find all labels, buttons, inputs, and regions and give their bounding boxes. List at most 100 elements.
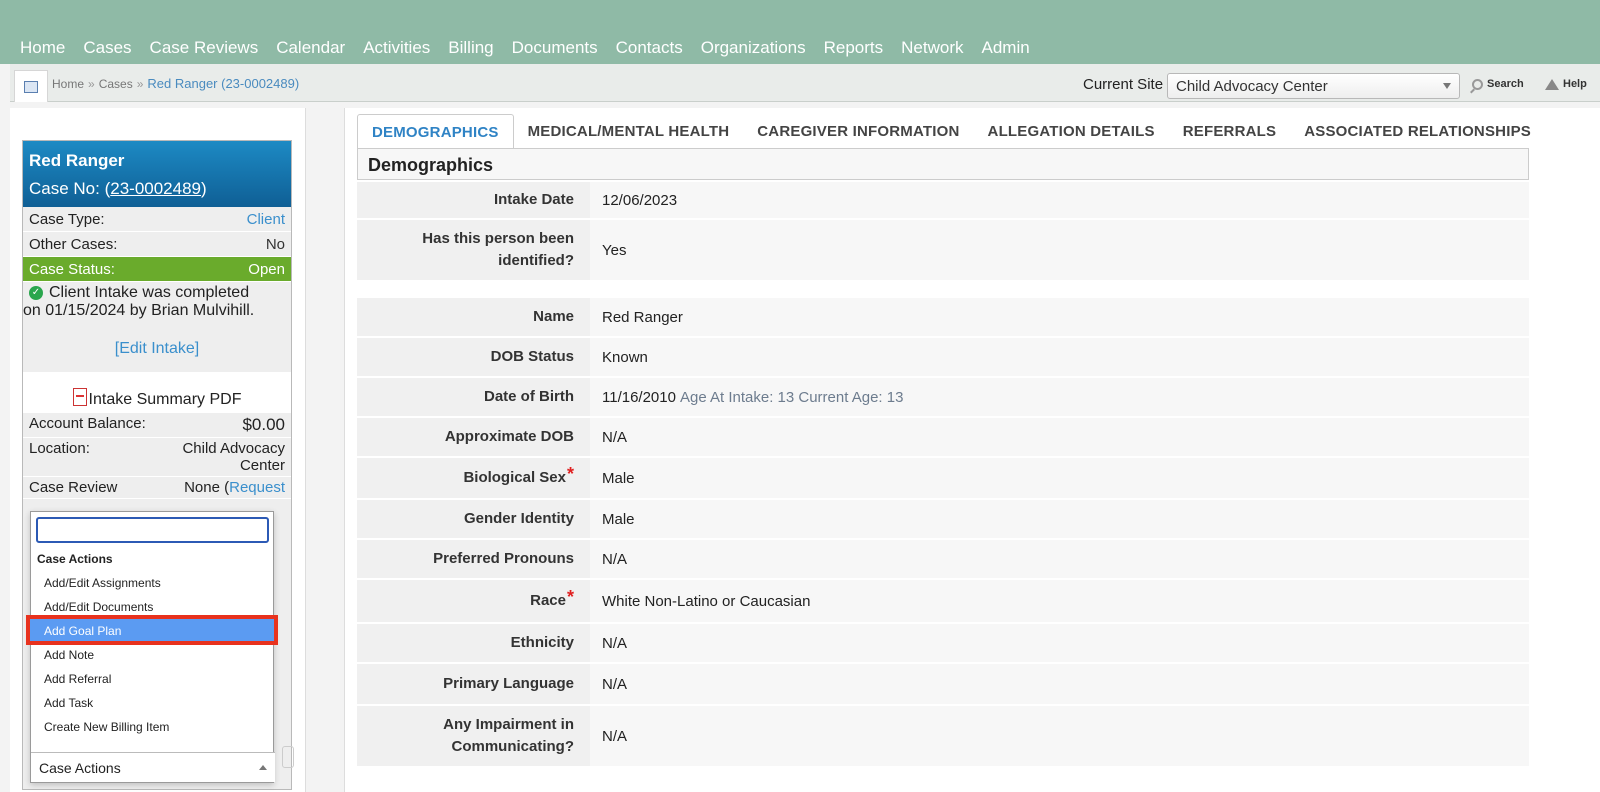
tab-demographics[interactable]: DEMOGRAPHICS [357,114,514,148]
case-type-value[interactable]: Client [247,211,285,228]
field-label: Preferred Pronouns [357,540,590,578]
account-balance-value: $0.00 [242,415,285,434]
nav-documents[interactable]: Documents [512,38,598,58]
option-add-goal-plan[interactable]: Add Goal Plan [26,615,278,645]
field-row-dob-status: DOB Status Known [357,338,1529,378]
search-icon [1472,78,1483,90]
field-row-impairment: Any Impairment in Communicating? N/A [357,706,1529,768]
current-site-label: Current Site [1083,76,1164,93]
case-type-row: Case Type: Client [23,207,291,232]
case-client-name: Red Ranger [29,151,125,170]
field-label: Has this person been identified? [357,220,590,280]
nav-calendar[interactable]: Calendar [276,38,345,58]
field-value: Red Ranger [590,298,1529,336]
left-panel: Red Ranger Case No: (23-0002489) Case Ty… [10,108,306,792]
location-value: Child Advocacy Center [182,440,285,474]
breadcrumb: Home» Cases» Red Ranger (23-0002489) [52,76,299,91]
tab-bar: DEMOGRAPHICS MEDICAL/MENTAL HEALTH CAREG… [357,114,1545,148]
field-label: Biological Sex * [357,458,590,498]
field-row-gender-identity: Gender Identity Male [357,500,1529,540]
intake-info-block: Intake Date 12/06/2023 Has this person b… [357,182,1529,282]
field-value: Yes [590,220,1529,280]
nav-cases[interactable]: Cases [83,38,131,58]
field-label: Date of Birth [357,378,590,416]
chevron-up-icon [259,765,267,770]
account-balance-row: Account Balance: $0.00 [23,413,291,438]
search-button[interactable]: Search [1472,78,1524,90]
tab-associated-relationships[interactable]: ASSOCIATED RELATIONSHIPS [1290,114,1545,148]
option-add-referral[interactable]: Add Referral [31,666,275,690]
current-site-value: Child Advocacy Center [1176,78,1328,95]
tab-allegation-details[interactable]: ALLEGATION DETAILS [974,114,1169,148]
breadcrumb-bar: Home» Cases» Red Ranger (23-0002489) Curre… [10,64,1600,102]
field-row-identified: Has this person been identified? Yes [357,220,1529,282]
field-value: N/A [590,540,1529,578]
field-value: White Non-Latino or Caucasian [590,580,1529,622]
age-note: Age At Intake: 13 Current Age: 13 [679,388,904,406]
tab-caregiver-information[interactable]: CAREGIVER INFORMATION [743,114,973,148]
case-actions-dropdown: Case Actions Add/Edit Assignments Add/Ed… [26,511,278,783]
account-balance-label: Account Balance: [29,415,146,432]
field-label: Approximate DOB [357,418,590,456]
field-label: DOB Status [357,338,590,376]
field-row-race: Race * White Non-Latino or Caucasian [357,580,1529,624]
nav-admin[interactable]: Admin [982,38,1030,58]
case-actions-select-value: Case Actions [39,760,121,776]
option-add-edit-documents[interactable]: Add/Edit Documents [31,594,275,618]
option-create-new-billing-item[interactable]: Create New Billing Item [31,714,275,738]
nav-billing[interactable]: Billing [448,38,493,58]
other-cases-label: Other Cases: [29,235,118,253]
intake-summary-pdf-link[interactable]: Intake Summary PDF [23,372,291,413]
breadcrumb-separator: » [136,77,144,91]
edit-intake-link[interactable]: [Edit Intake] [23,340,291,358]
field-value: Male [590,458,1529,498]
case-review-row: Case Review None (Request [23,477,291,499]
nav-case-reviews[interactable]: Case Reviews [150,38,259,58]
required-marker: * [566,464,574,484]
pdf-icon [72,388,87,406]
breadcrumb-home[interactable]: Home [52,77,84,91]
field-label: Intake Date [357,182,590,218]
help-icon [1545,78,1559,90]
nav-reports[interactable]: Reports [824,38,884,58]
tab-referrals[interactable]: REFERRALS [1169,114,1290,148]
option-add-note[interactable]: Add Note [31,642,275,666]
option-add-task[interactable]: Add Task [31,690,275,714]
case-header: Red Ranger Case No: (23-0002489) [23,141,291,207]
partial-control [282,746,294,768]
check-circle-icon: ✓ [29,285,43,300]
breadcrumb-current[interactable]: Red Ranger (23-0002489) [147,76,299,91]
request-review-link[interactable]: Request [229,479,285,496]
case-actions-search-input[interactable] [36,517,269,543]
field-row-primary-language: Primary Language N/A [357,664,1529,706]
field-value: 11/16/2010 Age At Intake: 13 Current Age:… [590,378,1529,416]
field-label: Race * [357,580,590,622]
nav-activities[interactable]: Activities [363,38,430,58]
breadcrumb-separator: » [88,77,95,91]
status-badge: Open [248,260,285,278]
help-button[interactable]: Help [1545,78,1587,90]
nav-organizations[interactable]: Organizations [701,38,806,58]
field-row-preferred-pronouns: Preferred Pronouns N/A [357,540,1529,580]
window-icon[interactable] [14,70,48,102]
nav-contacts[interactable]: Contacts [616,38,683,58]
field-label: Primary Language [357,664,590,704]
nav-home[interactable]: Home [20,38,65,58]
location-label: Location: [29,440,90,457]
field-label: Ethnicity [357,624,590,662]
breadcrumb-cases[interactable]: Cases [99,77,133,91]
case-number-link[interactable]: 23-0002489 [110,179,201,198]
tab-medical-mental-health[interactable]: MEDICAL/MENTAL HEALTH [514,114,744,148]
case-actions-select[interactable]: Case Actions [31,752,275,782]
nav-network[interactable]: Network [901,38,963,58]
field-value: Male [590,500,1529,538]
option-add-edit-assignments[interactable]: Add/Edit Assignments [31,570,275,594]
current-site-select[interactable]: Child Advocacy Center [1167,73,1460,99]
case-review-label: Case Review [29,479,118,496]
field-label: Gender Identity [357,500,590,538]
field-row-approximate-dob: Approximate DOB N/A [357,418,1529,458]
help-label: Help [1563,78,1587,90]
dropdown-group-label: Case Actions [37,552,113,566]
top-navigation: Home Cases Case Reviews Calendar Activit… [0,0,1600,64]
required-marker: * [566,587,574,607]
